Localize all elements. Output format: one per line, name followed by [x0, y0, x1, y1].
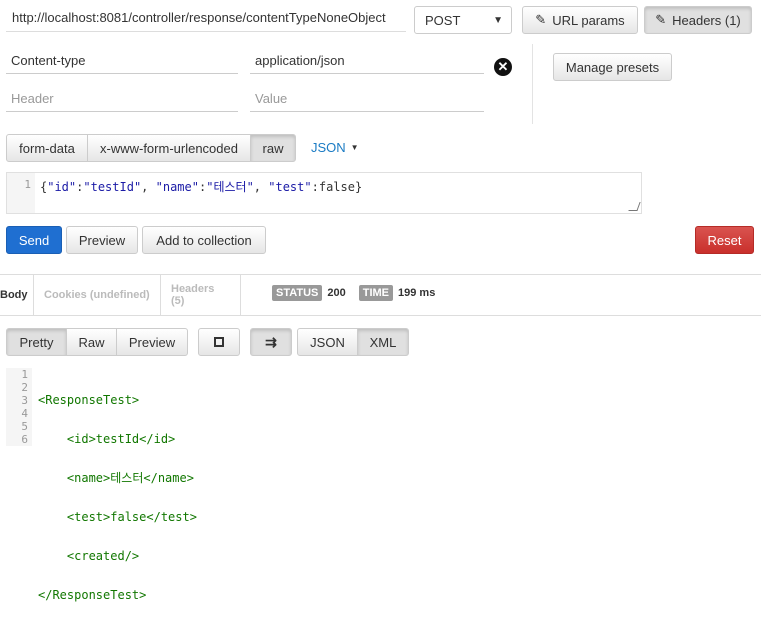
url-params-label: URL params: [552, 12, 625, 28]
wrap-lines-button[interactable]: ⇉: [250, 328, 292, 356]
view-xml-label: XML: [369, 334, 397, 350]
new-header-key-field[interactable]: Header: [6, 86, 238, 112]
json-value: "testId": [83, 180, 142, 194]
add-to-collection-button[interactable]: Add to collection: [142, 226, 266, 254]
xml-line: <ResponseTest>: [38, 393, 140, 407]
url-input[interactable]: http://localhost:8081/controller/respons…: [6, 4, 406, 32]
tab-form-data[interactable]: form-data: [6, 134, 88, 162]
time-value: 199 ms: [398, 287, 436, 299]
preview-label: Preview: [78, 232, 126, 248]
tab-body-label: Body: [0, 289, 28, 301]
xml-line: <name>테스터</name>: [38, 471, 194, 485]
xml-line: <id>testId</id>: [38, 432, 176, 446]
xml-line: </ResponseTest>: [38, 588, 147, 602]
view-preview[interactable]: Preview: [116, 328, 188, 356]
response-body[interactable]: 1 2 3 4 5 6 <ResponseTest> <id>testId</i…: [6, 368, 761, 602]
line-number: 6: [21, 433, 28, 446]
view-pretty[interactable]: Pretty: [6, 328, 67, 356]
method-value: POST: [425, 12, 461, 28]
response-tabs: Body Cookies (undefined) Headers (5) STA…: [0, 274, 761, 316]
line-number: 4: [21, 407, 28, 420]
headers-label: Headers (1): [672, 12, 741, 28]
tab-urlencoded-label: x-www-form-urlencoded: [100, 140, 238, 156]
send-button[interactable]: Send: [6, 226, 62, 254]
line-number: 2: [21, 381, 28, 394]
tab-cookies[interactable]: Cookies (undefined): [34, 275, 161, 315]
wrap-lines-icon: ⇉: [265, 333, 277, 350]
resize-handle-icon[interactable]: [628, 202, 641, 211]
format-dropdown[interactable]: JSON ▼: [311, 140, 359, 155]
body-editor[interactable]: 1 {"id":"testId", "name":"테스터", "test":f…: [6, 172, 642, 214]
send-label: Send: [18, 232, 50, 248]
line-number: 1: [21, 368, 28, 381]
view-preview-label: Preview: [128, 334, 176, 350]
add-to-collection-label: Add to collection: [156, 232, 252, 248]
time-badge: TIME: [358, 285, 394, 301]
status-badge: STATUS: [272, 285, 323, 301]
remove-header-icon[interactable]: ✕: [494, 58, 512, 76]
json-value: false: [318, 180, 355, 194]
status-info: STATUS 200 TIME 199 ms: [272, 285, 435, 301]
view-json[interactable]: JSON: [297, 328, 358, 356]
line-number: 1: [24, 178, 31, 191]
code-line: {"id":"testId", "name":"테스터", "test":fal…: [40, 180, 363, 194]
response-lines: <ResponseTest> <id>testId</id> <name>테스터…: [38, 368, 197, 628]
json-value: "테스터": [206, 180, 254, 194]
tab-cookies-label: Cookies (undefined): [44, 289, 150, 301]
tab-response-headers[interactable]: Headers (5): [161, 275, 241, 315]
json-key: "test": [268, 180, 312, 194]
view-pretty-label: Pretty: [19, 334, 54, 350]
header-key-field[interactable]: Content-type: [6, 48, 238, 74]
view-xml[interactable]: XML: [357, 328, 409, 356]
fullscreen-button[interactable]: [198, 328, 240, 356]
response-gutter: 1 2 3 4 5 6: [6, 368, 32, 446]
line-number: 3: [21, 394, 28, 407]
fullscreen-icon: [214, 337, 224, 347]
tab-raw[interactable]: raw: [250, 134, 296, 162]
reset-label: Reset: [707, 232, 742, 248]
tab-raw-label: raw: [262, 140, 284, 156]
method-select[interactable]: POST ▼: [414, 6, 512, 34]
json-key: "id": [47, 180, 77, 194]
view-raw-label: Raw: [78, 334, 105, 350]
tab-body[interactable]: Body: [0, 275, 34, 315]
edit-icon: ✎: [655, 12, 667, 27]
format-label: JSON: [311, 140, 346, 155]
line-gutter: 1: [7, 173, 35, 213]
header-value-field[interactable]: application/json: [250, 48, 484, 74]
caret-down-icon: ▼: [350, 143, 359, 152]
xml-line: <test>false</test>: [38, 510, 197, 524]
reset-button[interactable]: Reset: [695, 226, 754, 254]
chevron-down-icon: ▼: [493, 14, 503, 26]
line-number: 5: [21, 420, 28, 433]
view-json-label: JSON: [310, 334, 345, 350]
tab-response-headers-label: Headers (5): [171, 283, 215, 307]
tab-form-data-label: form-data: [19, 140, 75, 156]
divider: [532, 44, 533, 124]
url-params-button[interactable]: ✎ URL params: [522, 6, 638, 34]
manage-presets-button[interactable]: Manage presets: [553, 53, 672, 81]
json-key: "name": [155, 180, 199, 194]
new-header-value-field[interactable]: Value: [250, 86, 484, 112]
preview-button[interactable]: Preview: [66, 226, 138, 254]
edit-icon: ✎: [535, 12, 547, 27]
manage-presets-label: Manage presets: [565, 59, 660, 75]
tab-urlencoded[interactable]: x-www-form-urlencoded: [87, 134, 251, 162]
status-value: 200: [327, 287, 346, 299]
brace: }: [354, 180, 363, 194]
view-raw[interactable]: Raw: [66, 328, 117, 356]
xml-line: <created/>: [38, 549, 140, 563]
headers-button[interactable]: ✎ Headers (1): [644, 6, 752, 34]
